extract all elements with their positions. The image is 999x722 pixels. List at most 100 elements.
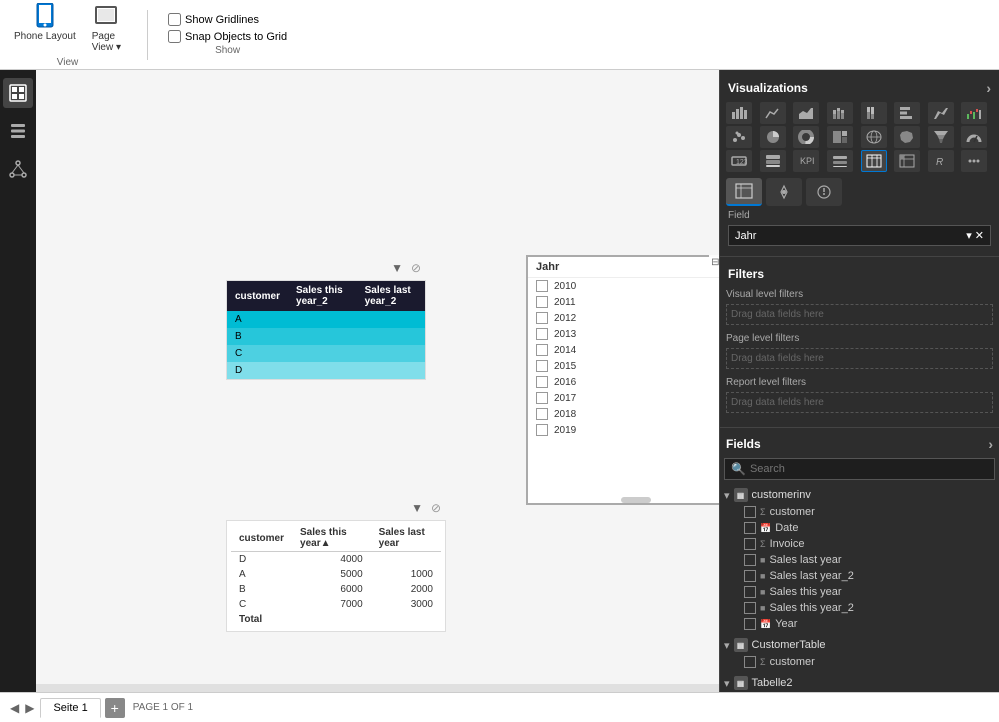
slicer-checkbox-2014[interactable] [536,344,548,356]
viz-scatter[interactable] [726,126,752,148]
viz-gauge[interactable] [961,126,987,148]
snap-objects-checkbox[interactable] [168,30,181,43]
viz-tab-fields[interactable] [726,178,762,206]
viz-slicer[interactable] [827,150,853,172]
plain-table-clear-icon[interactable]: ⊘ [431,501,441,515]
slicer-checkbox-2011[interactable] [536,296,548,308]
field-checkbox-sales-this-year[interactable] [744,586,756,598]
slicer-checkbox-2019[interactable] [536,424,548,436]
slicer-checkbox-2013[interactable] [536,328,548,340]
nav-data-icon[interactable] [3,116,33,146]
show-gridlines-checkbox[interactable] [168,13,181,26]
viz-area-chart[interactable] [793,102,819,124]
slicer-item-2017[interactable]: 2017 [528,390,719,406]
viz-ribbon-chart[interactable] [928,102,954,124]
report-level-dropzone[interactable]: Drag data fields here [726,392,993,413]
field-checkbox-sales-this-year2[interactable] [744,602,756,614]
viz-pie-chart[interactable] [760,126,786,148]
viz-donut[interactable] [793,126,819,148]
slicer-checkbox-2010[interactable] [536,280,548,292]
plain-table-filter-icon[interactable]: ▼ [411,501,423,515]
field-item-customertable-customer[interactable]: Σcustomer [724,654,995,670]
visual-level-dropzone[interactable]: Drag data fields here [726,304,993,325]
viz-funnel[interactable] [928,126,954,148]
field-item-sales-this-year[interactable]: ■Sales this year [724,584,995,600]
show-gridlines-label[interactable]: Show Gridlines [168,13,287,26]
field-item-sales-last-year2[interactable]: ■Sales last year_2 [724,568,995,584]
page-next-arrow[interactable]: ▶ [23,699,36,717]
field-checkbox-date[interactable] [744,522,756,534]
field-item-year[interactable]: 📅Year [724,616,995,632]
nav-model-icon[interactable] [3,154,33,184]
slicer-item-2018[interactable]: 2018 [528,406,719,422]
viz-line-chart[interactable] [760,102,786,124]
page-level-dropzone[interactable]: Drag data fields here [726,348,993,369]
viz-multirow-card[interactable] [760,150,786,172]
viz-waterfall[interactable] [961,102,987,124]
viz-tab-format[interactable] [766,178,802,206]
slicer-checkbox-2017[interactable] [536,392,548,404]
viz-r-visual[interactable]: R [928,150,954,172]
plain-table-visual[interactable]: ▼ ⊘ customer Sales this year▲ Sales last… [226,520,446,632]
field-checkbox-invoice[interactable] [744,538,756,550]
field-item-sales-last-year[interactable]: ■Sales last year [724,552,995,568]
field-checkbox-year[interactable] [744,618,756,630]
slicer-item-2014[interactable]: 2014 [528,342,719,358]
add-page-button[interactable]: + [105,698,125,718]
viz-filled-map[interactable] [894,126,920,148]
viz-kpi[interactable]: KPI [793,150,819,172]
field-dropdown[interactable]: Jahr ▾ ✕ [728,225,991,246]
visualizations-expand[interactable]: › [986,80,991,96]
field-checkbox-sales-last-year2[interactable] [744,570,756,582]
field-item-customer[interactable]: Σcustomer [724,504,995,520]
viz-tab-analytics[interactable] [806,178,842,206]
field-checkbox-sales-last-year[interactable] [744,554,756,566]
field-item-date[interactable]: 📅Date [724,520,995,536]
slicer-resize-handle[interactable] [621,497,651,503]
visual-level-filters-label: Visual level filters [726,289,993,300]
viz-map[interactable] [861,126,887,148]
field-group-customertable-header[interactable]: ▾ ▦ CustomerTable [724,636,995,654]
colored-table-clear-icon[interactable]: ⊘ [411,261,421,275]
slicer-checkbox-2015[interactable] [536,360,548,372]
field-checkbox-customer[interactable] [744,506,756,518]
toolbar-checkboxes: Show Gridlines Snap Objects to Grid [168,13,287,43]
slicer-checkbox-2012[interactable] [536,312,548,324]
viz-table[interactable] [861,150,887,172]
slicer-item-2013[interactable]: 2013 [528,326,719,342]
field-checkbox-ct-customer[interactable] [744,656,756,668]
slicer-item-2010[interactable]: 2010 [528,278,719,294]
nav-report-icon[interactable] [3,78,33,108]
page-tab-1[interactable]: Seite 1 [40,698,100,718]
field-item-sales-this-year2[interactable]: ■Sales this year_2 [724,600,995,616]
page-view-button[interactable]: PageView ▾ [86,1,127,55]
slicer-checkbox-2016[interactable] [536,376,548,388]
viz-100-stacked[interactable] [861,102,887,124]
viz-more[interactable] [961,150,987,172]
page-prev-arrow[interactable]: ◀ [8,699,21,717]
slicer-visual[interactable]: ⊟ ⤢ ••• Jahr 2010 2011 2012 2013 2014 20… [526,255,719,505]
viz-stacked-bar[interactable] [827,102,853,124]
slicer-checkbox-2018[interactable] [536,408,548,420]
field-group-customerinv-header[interactable]: ▾ ▦ customerinv [724,486,995,504]
colored-table-filter-icon[interactable]: ▼ [391,261,403,275]
canvas-scrollbar-h[interactable] [36,684,719,692]
slicer-item-2012[interactable]: 2012 [528,310,719,326]
viz-bar-chart[interactable] [726,102,752,124]
colored-table-visual[interactable]: ▼ ⊘ customer Sales this year_2 Sales las… [226,280,426,380]
fields-expand[interactable]: › [988,436,993,452]
viz-card[interactable]: 123 [726,150,752,172]
field-item-invoice[interactable]: ΣInvoice [724,536,995,552]
slicer-item-2019[interactable]: 2019 [528,422,719,438]
slicer-item-2011[interactable]: 2011 [528,294,719,310]
viz-treemap[interactable] [827,126,853,148]
viz-matrix[interactable] [894,150,920,172]
fields-search-input[interactable] [750,463,988,475]
slicer-item-2015[interactable]: 2015 [528,358,719,374]
fields-search-box[interactable]: 🔍 [724,458,995,480]
snap-objects-label[interactable]: Snap Objects to Grid [168,30,287,43]
slicer-item-2016[interactable]: 2016 [528,374,719,390]
field-group-tabelle2-header[interactable]: ▾ ▦ Tabelle2 [724,674,995,692]
phone-layout-button[interactable]: Phone Layout [8,1,82,55]
viz-horz-bar[interactable] [894,102,920,124]
